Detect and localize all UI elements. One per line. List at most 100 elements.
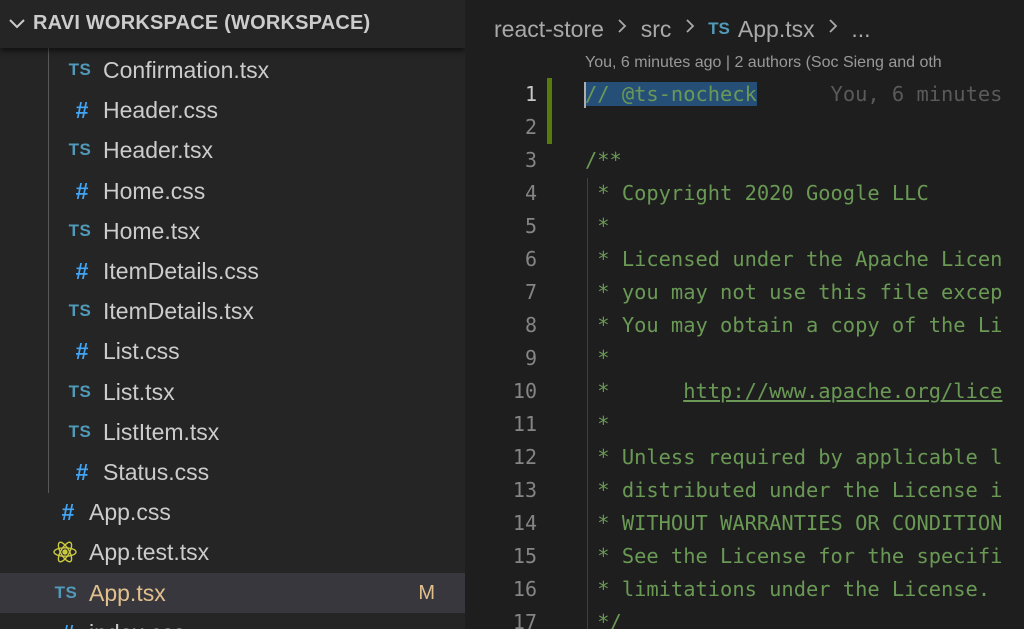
file-item-app-test-tsx[interactable]: App.test.tsx [0, 532, 465, 572]
file-name: App.css [89, 499, 171, 526]
code-line[interactable]: * [585, 210, 609, 243]
typescript-file-icon: TS [68, 301, 92, 321]
workspace-header[interactable]: RAVI WORKSPACE (WORKSPACE) [0, 0, 465, 48]
file-name: Header.css [103, 97, 219, 124]
css-file-icon: # [75, 459, 89, 485]
code-line[interactable]: */ [585, 606, 622, 629]
file-name: ItemDetails.tsx [103, 298, 254, 325]
code-line[interactable]: * WITHOUT WARRANTIES OR CONDITION [585, 507, 1002, 540]
breadcrumb-file[interactable]: App.tsx [738, 16, 815, 42]
typescript-file-icon: TS [68, 220, 92, 240]
file-item-itemdetails-tsx[interactable]: TS ItemDetails.tsx [0, 291, 465, 331]
line-number: 4 [524, 181, 537, 205]
line-number: 1 [524, 82, 537, 106]
file-name: List.tsx [103, 378, 175, 405]
line-number: 9 [524, 346, 537, 370]
line-number: 7 [524, 280, 537, 304]
file-item-home-css[interactable]: # Home.css [0, 171, 465, 211]
file-name: ItemDetails.css [103, 258, 259, 284]
workspace-title: RAVI WORKSPACE (WORKSPACE) [33, 12, 371, 34]
git-modified-badge: M [418, 581, 435, 604]
file-item-list-tsx[interactable]: TS List.tsx [0, 372, 465, 412]
line-number: 14 [512, 511, 537, 535]
file-item-confirmation-tsx[interactable]: TS Confirmation.tsx [0, 50, 465, 90]
line-number: 16 [512, 577, 537, 601]
file-item-status-css[interactable]: # Status.css [0, 452, 465, 492]
code-line[interactable]: /** [585, 144, 622, 177]
file-item-list-css[interactable]: # List.css [0, 331, 465, 371]
url-link[interactable]: http://www.apache.org/lice [683, 379, 1002, 403]
file-name: App.test.tsx [89, 539, 210, 566]
code-line[interactable]: * limitations under the License. [585, 573, 990, 606]
line-number: 12 [512, 445, 537, 469]
code-editor[interactable]: react-store src TS App.tsx ... You, 6 min… [465, 0, 1024, 629]
code-line[interactable]: // @ts-nocheck You, 6 minutes [585, 78, 1002, 111]
explorer-sidebar: RAVI WORKSPACE (WORKSPACE) TS Confirmatio… [0, 0, 465, 629]
file-item-index-css[interactable]: # index.css [0, 613, 465, 629]
file-item-header-css[interactable]: # Header.css [0, 90, 465, 130]
file-name: Home.tsx [103, 217, 201, 244]
file-item-header-tsx[interactable]: TS Header.tsx [0, 130, 465, 170]
git-blame-annotation: You, 6 minutes [830, 82, 1003, 106]
css-file-icon: # [75, 177, 89, 204]
git-added-gutter-marker [547, 78, 552, 144]
typescript-file-icon: TS [708, 18, 730, 38]
chevron-down-icon[interactable] [8, 15, 26, 33]
selected-text: // @ts-nocheck [585, 82, 757, 106]
line-number: 13 [512, 478, 537, 502]
file-name: index.css [89, 613, 185, 629]
chevron-right-icon [829, 19, 838, 33]
code-line[interactable]: * you may not use this file excep [585, 276, 1002, 309]
code-line[interactable]: * Copyright 2020 Google LLC [585, 177, 928, 210]
css-file-icon: # [75, 258, 89, 284]
css-file-icon: # [56, 613, 80, 629]
git-codelens[interactable]: You, 6 minutes ago | 2 authors (Soc Sien… [585, 50, 942, 76]
chevron-right-icon [618, 19, 627, 33]
line-number: 6 [524, 247, 537, 271]
file-name: Home.css [103, 177, 206, 204]
line-number: 3 [524, 148, 537, 172]
typescript-file-icon: TS [68, 381, 92, 401]
breadcrumb-symbols[interactable]: ... [851, 16, 870, 42]
code-text: * [585, 379, 684, 403]
code-line[interactable]: * [585, 408, 609, 441]
breadcrumb-folder-react-store[interactable]: react-store [494, 16, 604, 42]
line-number: 10 [512, 379, 537, 403]
file-item-home-tsx[interactable]: TS Home.tsx [0, 211, 465, 251]
typescript-file-icon: TS [68, 421, 92, 441]
line-number: 2 [524, 115, 537, 139]
code-line[interactable]: * distributed under the License i [585, 474, 1002, 507]
text-cursor [584, 82, 586, 108]
css-file-icon: # [61, 499, 75, 526]
react-file-icon [52, 532, 78, 572]
css-file-icon: # [75, 338, 89, 365]
code-line[interactable]: * See the License for the specifi [585, 540, 1002, 573]
file-item-app-tsx[interactable]: TS App.tsx M [0, 572, 465, 613]
typescript-file-icon: TS [68, 60, 92, 79]
code-line[interactable]: * You may obtain a copy of the Li [585, 309, 1002, 342]
breadcrumb: react-store src TS App.tsx ... [494, 0, 871, 56]
file-item-app-css[interactable]: # App.css [0, 492, 465, 532]
breadcrumb-folder-src[interactable]: src [641, 16, 672, 42]
code-line[interactable]: * Licensed under the Apache Licen [585, 243, 1002, 276]
css-file-icon: # [75, 97, 89, 124]
code-line[interactable]: * http://www.apache.org/lice [585, 375, 1002, 408]
file-item-itemdetails-css[interactable]: # ItemDetails.css [0, 251, 465, 291]
file-name: Confirmation.tsx [103, 57, 270, 83]
file-name: Status.css [103, 459, 210, 485]
line-number: 11 [512, 412, 537, 436]
line-number: 5 [524, 214, 537, 238]
file-name: Header.tsx [103, 137, 213, 164]
file-item-listitem-tsx[interactable]: TS ListItem.tsx [0, 412, 465, 452]
line-number: 15 [512, 544, 537, 568]
typescript-file-icon: TS [68, 140, 92, 160]
line-number: 17 [512, 610, 537, 629]
file-name: App.tsx [89, 579, 166, 606]
file-name: ListItem.tsx [103, 418, 220, 445]
file-name: List.css [103, 338, 180, 365]
typescript-file-icon: TS [54, 582, 78, 602]
line-number: 8 [524, 313, 537, 337]
code-line[interactable]: * [585, 342, 609, 375]
chevron-right-icon [686, 19, 695, 33]
code-line[interactable]: * Unless required by applicable l [585, 441, 1002, 474]
